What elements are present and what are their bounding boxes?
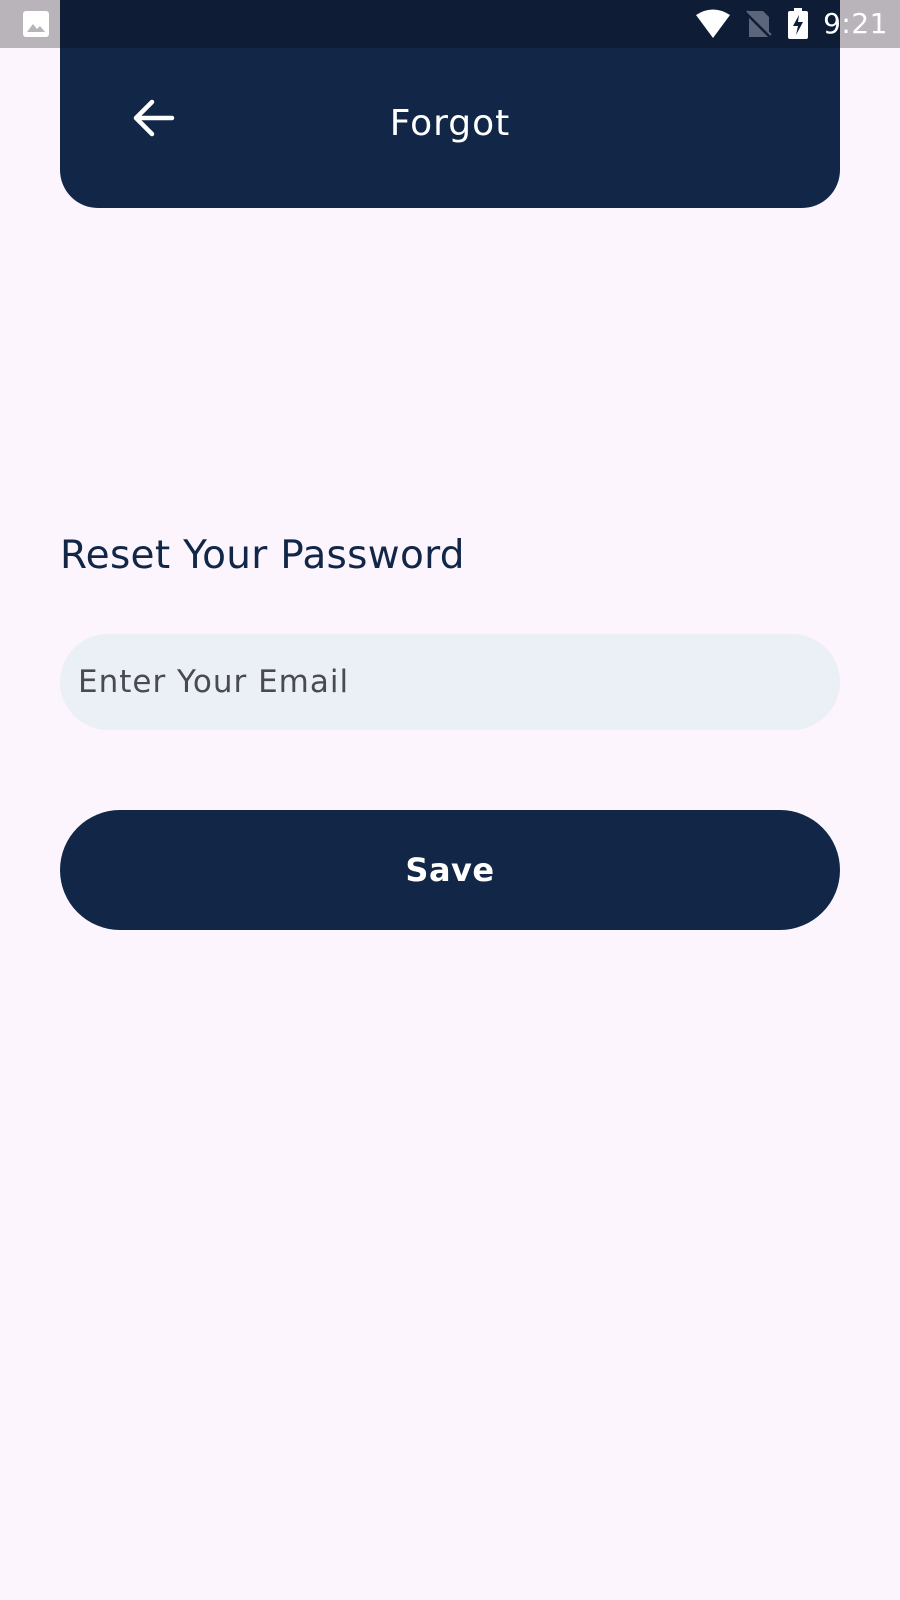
battery-charging-icon xyxy=(788,8,809,39)
app-header: Forgot xyxy=(60,48,840,208)
email-field[interactable] xyxy=(60,634,840,730)
status-icons: 9:21 xyxy=(695,0,888,48)
arrow-left-icon xyxy=(133,99,175,137)
save-button[interactable]: Save xyxy=(60,810,840,930)
image-icon xyxy=(23,11,49,37)
page-title: Reset Your Password xyxy=(60,533,465,578)
no-sim-icon xyxy=(745,10,774,39)
wifi-icon xyxy=(696,9,731,38)
status-bar: 9:21 xyxy=(0,0,900,48)
status-time: 9:21 xyxy=(823,7,888,40)
back-button[interactable] xyxy=(128,92,180,144)
